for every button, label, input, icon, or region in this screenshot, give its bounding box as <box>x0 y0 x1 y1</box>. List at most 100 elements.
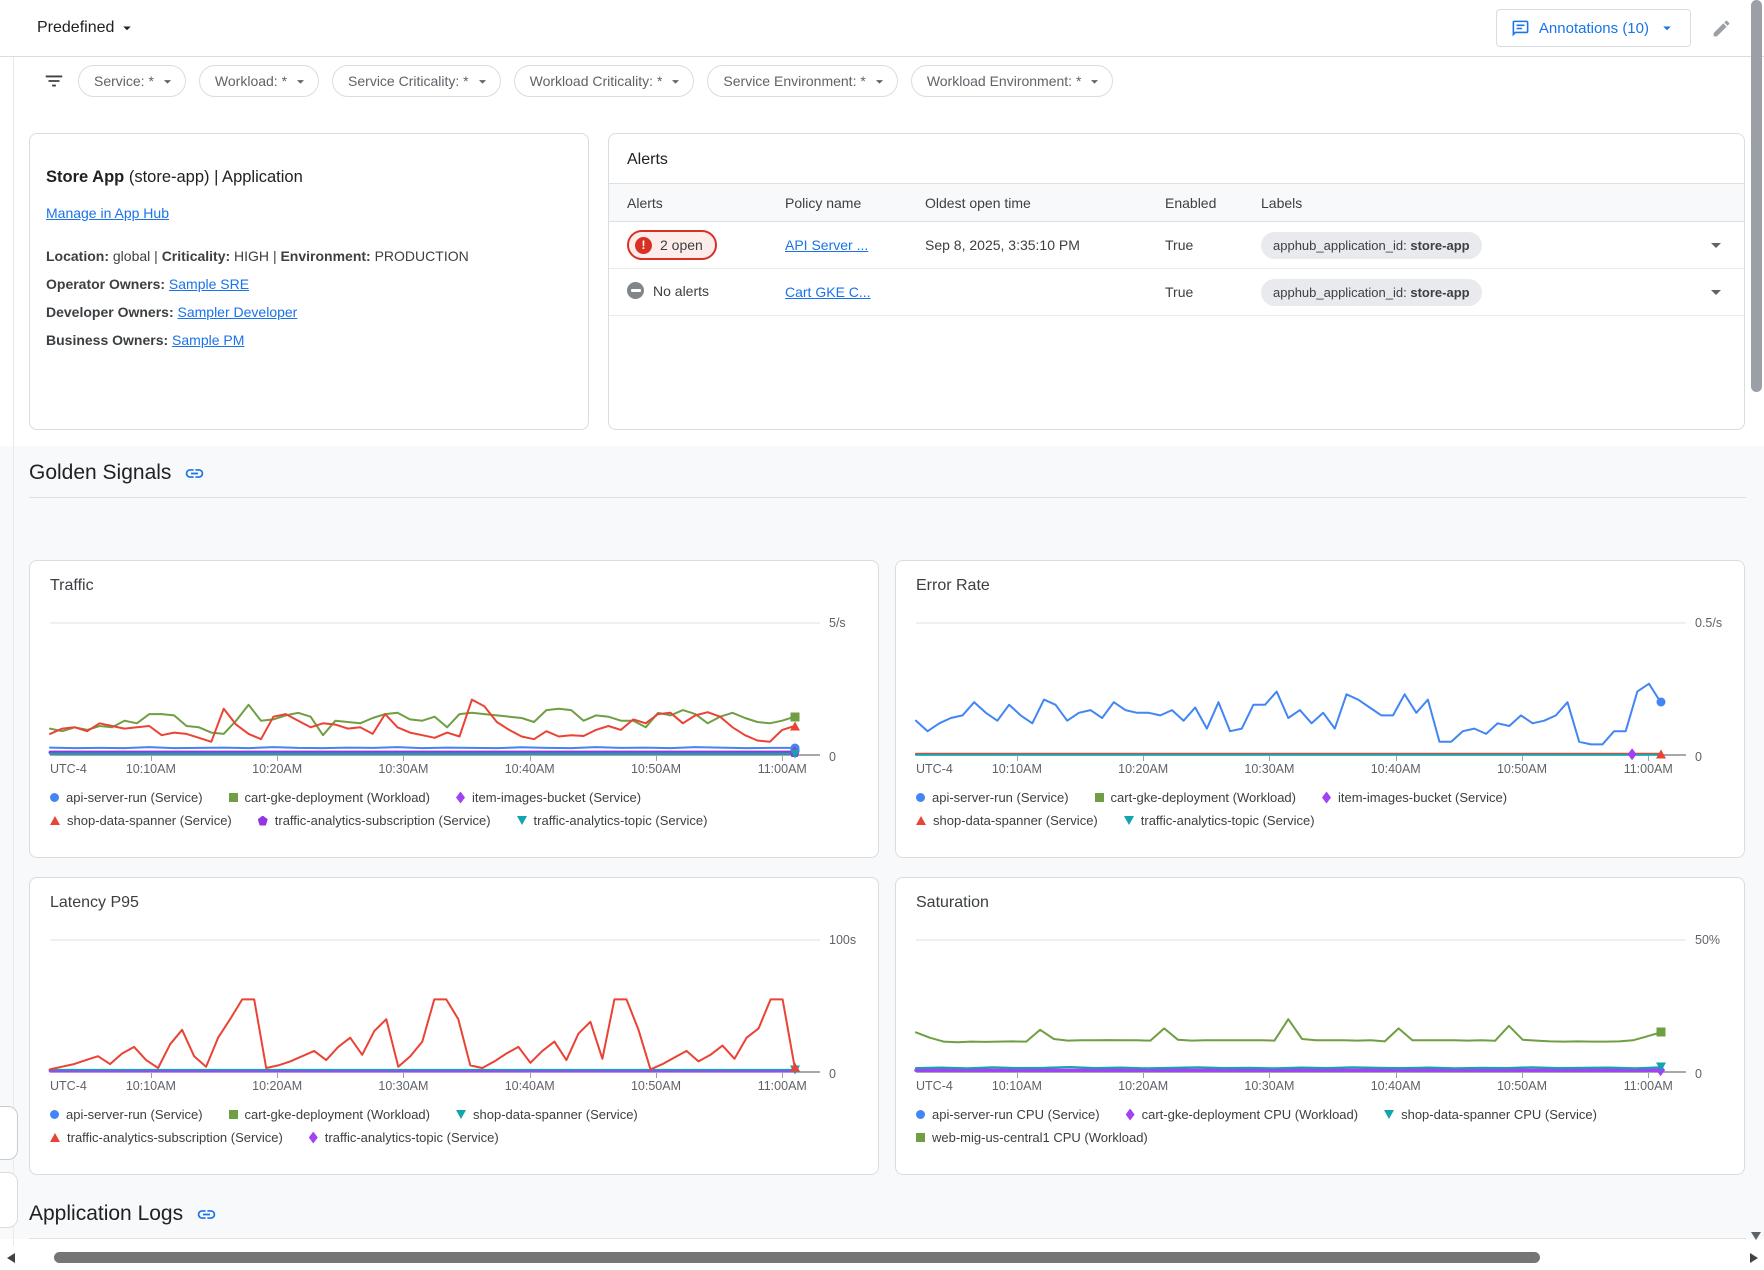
x-axis: UTC-4 10:10AM10:20AM10:30AM10:40AM10:50A… <box>916 757 1686 778</box>
filter-chip[interactable]: Workload Criticality: * <box>514 65 695 97</box>
axis-tick-label: 10:30AM <box>378 1079 428 1093</box>
legend-label: traffic-analytics-topic (Service) <box>325 1130 499 1145</box>
axis-tick-label: 10:10AM <box>126 1079 176 1093</box>
legend-item[interactable]: item-images-bucket (Service) <box>456 790 641 805</box>
legend-item[interactable]: api-server-run (Service) <box>50 790 203 805</box>
filter-chip[interactable]: Service Criticality: * <box>332 65 501 97</box>
axis-tick-label: 10:10AM <box>992 1079 1042 1093</box>
chart-plot-area[interactable]: 100s 0 <box>50 928 820 1074</box>
legend-item[interactable]: traffic-analytics-subscription (Service) <box>258 813 491 828</box>
legend-label: api-server-run CPU (Service) <box>932 1107 1100 1122</box>
legend-label: shop-data-spanner (Service) <box>67 813 232 828</box>
y-max-label: 5/s <box>829 616 846 630</box>
filter-chip-label: Workload Environment: * <box>927 73 1082 89</box>
horizontal-scrollbar-thumb[interactable] <box>54 1252 1540 1263</box>
legend-item[interactable]: shop-data-spanner CPU (Service) <box>1384 1107 1597 1122</box>
chart-card-latency-p95: Latency P95 100s 0 UTC-4 10:10AM10:20AM1… <box>29 877 879 1175</box>
chart-plot-area[interactable]: 50% 0 <box>916 928 1686 1074</box>
scroll-right-arrow[interactable] <box>1750 1253 1758 1263</box>
owner-line: Operator Owners: Sample SRE <box>46 273 564 295</box>
axis-tick <box>151 1073 152 1078</box>
legend-item[interactable]: traffic-analytics-topic (Service) <box>1124 813 1315 828</box>
policy-link[interactable]: Cart GKE C... <box>785 284 871 300</box>
square-glyph <box>229 793 238 802</box>
view-selector[interactable]: Predefined <box>37 19 136 37</box>
legend-item[interactable]: web-mig-us-central1 CPU (Workload) <box>916 1130 1148 1145</box>
legend-item[interactable]: api-server-run CPU (Service) <box>916 1107 1100 1122</box>
legend-item[interactable]: item-images-bucket (Service) <box>1322 790 1507 805</box>
axis-tick <box>1396 1073 1397 1078</box>
filter-chip[interactable]: Workload: * <box>199 65 319 97</box>
y-zero-label: 0 <box>1695 750 1702 764</box>
section-divider <box>29 1238 1746 1239</box>
legend-label: cart-gke-deployment CPU (Workload) <box>1142 1107 1359 1122</box>
application-logs-header: Application Logs <box>0 1187 1764 1238</box>
annotations-button[interactable]: Annotations (10) <box>1496 9 1691 47</box>
scroll-left-arrow[interactable] <box>7 1253 15 1263</box>
legend-item[interactable]: traffic-analytics-topic (Service) <box>517 813 708 828</box>
axis-tick-label: 11:00AM <box>758 1079 807 1093</box>
legend-label: traffic-analytics-subscription (Service) <box>67 1130 283 1145</box>
axis-tick-label: 10:30AM <box>1244 1079 1294 1093</box>
filter-chip[interactable]: Service: * <box>78 65 186 97</box>
filter-chip[interactable]: Service Environment: * <box>707 65 897 97</box>
collapsed-panel-handle[interactable] <box>0 1106 18 1160</box>
legend-row: web-mig-us-central1 CPU (Workload) <box>916 1130 1744 1145</box>
chart-svg <box>50 928 820 1074</box>
axis-tick-label: 10:20AM <box>1118 1079 1168 1093</box>
legend-item[interactable]: shop-data-spanner (Service) <box>50 813 232 828</box>
axis-tick <box>1648 756 1649 761</box>
timezone-label: UTC-4 <box>50 1079 87 1093</box>
owner-link[interactable]: Sample PM <box>172 332 244 348</box>
legend-item[interactable]: cart-gke-deployment CPU (Workload) <box>1126 1107 1359 1122</box>
chart-plot-area[interactable]: 0.5/s 0 <box>916 611 1686 757</box>
legend-item[interactable]: api-server-run (Service) <box>50 1107 203 1122</box>
filter-icon[interactable] <box>43 70 65 92</box>
policy-link[interactable]: API Server ... <box>785 237 868 253</box>
axis-tick-label: 10:10AM <box>992 762 1042 776</box>
filter-chip[interactable]: Workload Environment: * <box>911 65 1114 97</box>
chart-plot-area[interactable]: 5/s 0 <box>50 611 820 757</box>
owner-link[interactable]: Sample SRE <box>169 276 249 292</box>
axis-tick <box>277 1073 278 1078</box>
vertical-scrollbar-thumb[interactable] <box>1751 0 1762 392</box>
legend-item[interactable]: api-server-run (Service) <box>916 790 1069 805</box>
manage-app-hub-link[interactable]: Manage in App Hub <box>46 205 169 221</box>
legend-item[interactable]: shop-data-spanner (Service) <box>916 813 1098 828</box>
triangle-down-glyph <box>517 816 527 825</box>
edit-pencil-icon[interactable] <box>1711 18 1732 39</box>
scroll-down-arrow[interactable] <box>1751 1232 1761 1240</box>
collapsed-panel-handle[interactable] <box>0 1172 18 1228</box>
square-glyph <box>1095 793 1104 802</box>
legend-item[interactable]: traffic-analytics-subscription (Service) <box>50 1130 283 1145</box>
link-icon[interactable] <box>184 463 205 484</box>
triangle-down-glyph <box>1656 1063 1666 1072</box>
legend-label: api-server-run (Service) <box>66 790 203 805</box>
alert-open-badge: !2 open <box>627 230 717 260</box>
pentagon-glyph <box>258 816 268 826</box>
chevron-down-icon <box>1658 19 1676 37</box>
legend-item[interactable]: traffic-analytics-topic (Service) <box>309 1130 499 1145</box>
row-expand-button[interactable] <box>1688 280 1744 304</box>
filter-bar: Service: * Workload: * Service Criticality… <box>0 57 1764 107</box>
chart-title: Error Rate <box>916 577 1744 595</box>
square-glyph <box>916 1133 925 1142</box>
triangle-up-glyph <box>50 1133 60 1142</box>
chart-svg <box>916 611 1686 757</box>
link-icon[interactable] <box>196 1204 217 1225</box>
diamond-glyph <box>1126 1109 1135 1121</box>
square-glyph <box>1656 1028 1665 1037</box>
legend-item[interactable]: cart-gke-deployment (Workload) <box>1095 790 1296 805</box>
legend-item[interactable]: cart-gke-deployment (Workload) <box>229 1107 430 1122</box>
square-glyph <box>229 1110 238 1119</box>
legend-item[interactable]: cart-gke-deployment (Workload) <box>229 790 430 805</box>
legend-item[interactable]: shop-data-spanner (Service) <box>456 1107 638 1122</box>
y-zero-label: 0 <box>829 1067 836 1081</box>
chevron-down-icon <box>1086 73 1103 90</box>
row-expand-button[interactable] <box>1688 233 1744 257</box>
axis-tick-label: 10:50AM <box>1497 1079 1547 1093</box>
legend-label: cart-gke-deployment (Workload) <box>245 790 430 805</box>
circle-glyph <box>916 793 925 802</box>
axis-tick <box>1269 1073 1270 1078</box>
owner-link[interactable]: Sampler Developer <box>178 304 298 320</box>
